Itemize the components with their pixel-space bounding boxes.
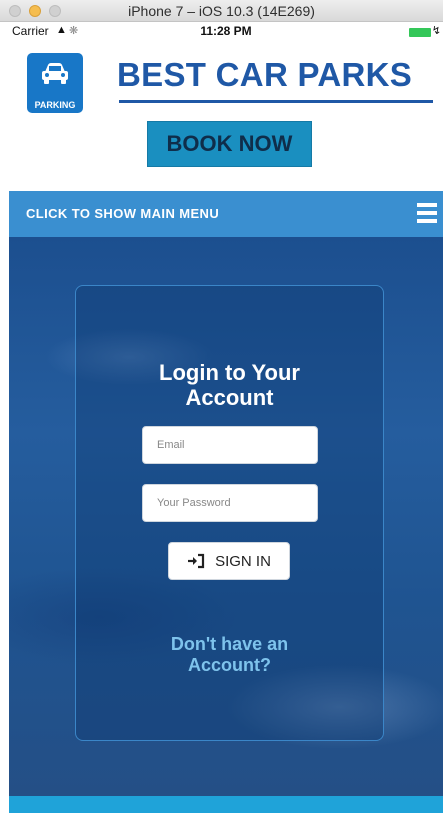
car-icon <box>42 63 68 84</box>
sign-in-label: SIGN IN <box>215 552 271 570</box>
signup-line1: Don't have an <box>170 634 289 654</box>
login-title-line2: Account <box>185 385 274 410</box>
main-menu-label: CLICK TO SHOW MAIN MENU <box>26 206 220 221</box>
ios-status-bar: Carrier ▲ ❋ 11:28 PM ↯ <box>9 22 443 42</box>
login-title: Login to Your Account <box>76 360 383 410</box>
hamburger-icon[interactable] <box>417 203 437 225</box>
sign-in-icon <box>188 553 205 569</box>
simulator-title: iPhone 7 – iOS 10.3 (14E269) <box>128 3 315 19</box>
login-title-line1: Login to Your <box>159 360 300 385</box>
footer-strip <box>9 796 443 813</box>
login-panel: Login to Your Account SIGN IN Don't have… <box>75 285 384 741</box>
signup-line2: Account? <box>188 655 271 675</box>
battery-icon <box>409 28 431 37</box>
site-header: PARKING BEST CAR PARKS BOOK NOW <box>9 42 443 191</box>
brand-underline <box>119 100 433 103</box>
email-input[interactable] <box>142 426 318 464</box>
password-input[interactable] <box>142 484 318 522</box>
charging-icon: ↯ <box>431 25 441 37</box>
signup-link[interactable]: Don't have an Account? <box>76 634 383 676</box>
brand-title[interactable]: BEST CAR PARKS <box>117 56 412 94</box>
sign-in-button[interactable]: SIGN IN <box>168 542 290 580</box>
parking-logo[interactable]: PARKING <box>27 53 83 113</box>
hero-background: Login to Your Account SIGN IN Don't have… <box>9 237 443 796</box>
main-menu-toggle[interactable]: CLICK TO SHOW MAIN MENU <box>9 191 443 237</box>
simulator-titlebar: iPhone 7 – iOS 10.3 (14E269) <box>0 0 443 22</box>
book-now-button[interactable]: BOOK NOW <box>147 121 312 167</box>
status-time: 11:28 PM <box>200 24 252 38</box>
parking-badge-label: PARKING <box>34 100 76 110</box>
